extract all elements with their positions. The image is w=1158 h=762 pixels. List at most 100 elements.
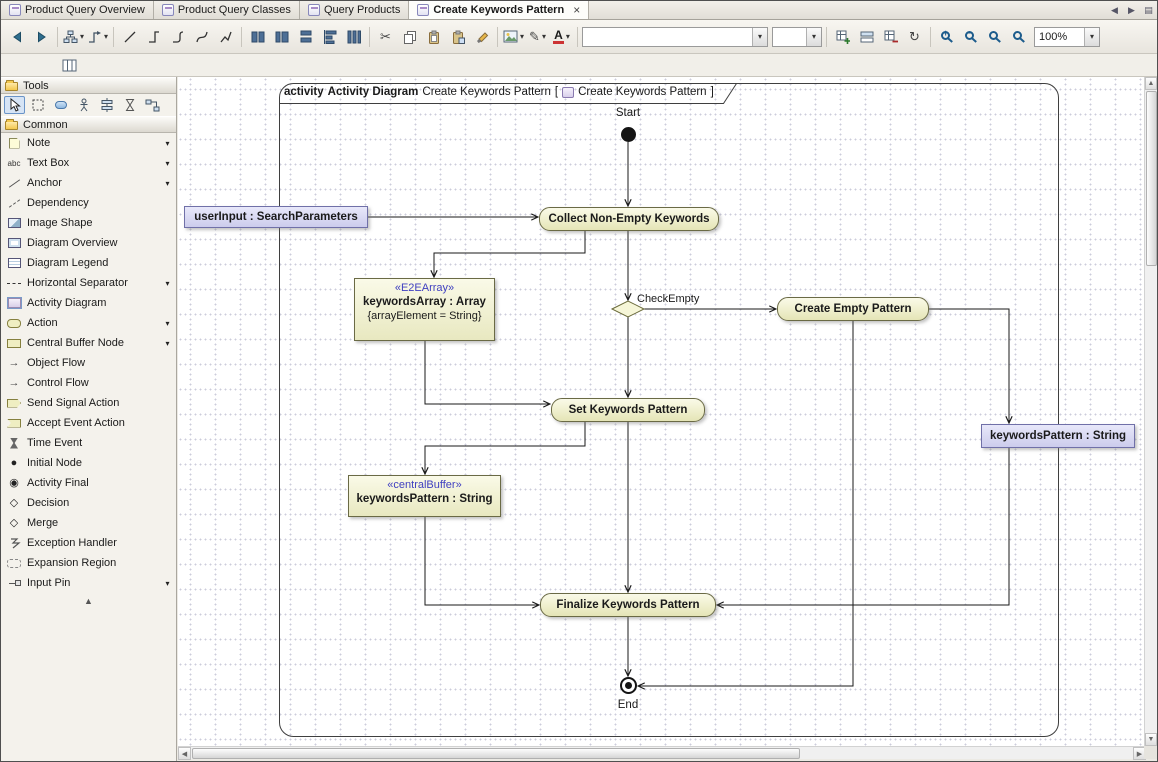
paste-button[interactable] <box>422 26 445 48</box>
object-node-keywordspattern[interactable]: keywordsPattern : String <box>981 424 1135 448</box>
palette-item-initial-node[interactable]: ● Initial Node <box>1 453 176 473</box>
delete-symbol-button[interactable] <box>879 26 902 48</box>
cut-button[interactable]: ✂ <box>374 26 397 48</box>
chevron-down-icon[interactable]: ▾ <box>520 32 524 41</box>
chevron-down-icon[interactable]: ▾ <box>162 319 173 328</box>
autosize-tool-button[interactable] <box>119 96 140 114</box>
curved-line-button[interactable] <box>190 26 213 48</box>
scroll-tabs-right-button[interactable]: ▶ <box>1123 1 1140 19</box>
scroll-up-button[interactable]: ▲ <box>1145 77 1157 90</box>
vertical-scrollbar-thumb[interactable] <box>1146 91 1157 266</box>
make-same-height-button[interactable] <box>270 26 293 48</box>
tab-query-products[interactable]: Query Products <box>300 1 409 19</box>
font-color-button[interactable]: A ▾ <box>550 26 573 48</box>
frame-header[interactable]: activity Activity Diagram Create Keyword… <box>284 86 714 98</box>
palette-item-time-event[interactable]: Time Event <box>1 433 176 453</box>
create-row-button[interactable] <box>855 26 878 48</box>
action-create-empty-pattern[interactable]: Create Empty Pattern <box>777 297 929 321</box>
horizontal-scrollbar[interactable]: ◀ ▶ <box>178 746 1146 759</box>
quick-layout-button[interactable]: ▾ <box>62 26 85 48</box>
palette-item-anchor[interactable]: Anchor ▾ <box>1 173 176 193</box>
distribute-shapes-button[interactable] <box>342 26 365 48</box>
palette-item-send-signal-action[interactable]: Send Signal Action <box>1 393 176 413</box>
rectilinear-line-button[interactable] <box>142 26 165 48</box>
palette-item-activity-diagram[interactable]: Activity Diagram <box>1 293 176 313</box>
tab-list-button[interactable]: ▤ <box>1140 1 1157 19</box>
chevron-down-icon[interactable]: ▾ <box>162 139 173 148</box>
palette-item-activity-final[interactable]: ◉ Activity Final <box>1 473 176 493</box>
link-shapes-tool-button[interactable] <box>142 96 163 114</box>
scroll-left-button[interactable]: ◀ <box>178 747 191 760</box>
route-paths-button[interactable]: ▾ <box>86 26 109 48</box>
rounded-line-button[interactable] <box>166 26 189 48</box>
palette-item-merge[interactable]: ◇ Merge <box>1 513 176 533</box>
zoom-in-button[interactable]: + <box>935 26 958 48</box>
action-finalize-keywords-pattern[interactable]: Finalize Keywords Pattern <box>540 593 716 617</box>
chevron-down-icon[interactable]: ▾ <box>104 32 108 41</box>
back-button[interactable] <box>6 26 29 48</box>
palette-item-diagram-overview[interactable]: Diagram Overview <box>1 233 176 253</box>
palette-item-decision[interactable]: ◇ Decision <box>1 493 176 513</box>
object-node-userinput[interactable]: userInput : SearchParameters <box>184 206 368 228</box>
palette-item-object-flow[interactable]: → Object Flow <box>1 353 176 373</box>
vertical-scrollbar[interactable]: ▲ ▼ <box>1144 77 1157 746</box>
edge-createempty-to-pattern[interactable] <box>929 309 1009 423</box>
chevron-down-icon[interactable]: ▾ <box>162 579 173 588</box>
chevron-down-icon[interactable]: ▾ <box>806 28 821 46</box>
scroll-tabs-left-button[interactable]: ◀ <box>1106 1 1123 19</box>
palette-item-control-flow[interactable]: → Control Flow <box>1 373 176 393</box>
palette-item-action[interactable]: Action ▾ <box>1 313 176 333</box>
palette-item-diagram-legend[interactable]: Diagram Legend <box>1 253 176 273</box>
edge-keywordsarray-to-setkeywords[interactable] <box>425 341 550 404</box>
palette-item-image-shape[interactable]: Image Shape <box>1 213 176 233</box>
chevron-down-icon[interactable]: ▾ <box>566 32 570 41</box>
marquee-tool-button[interactable] <box>27 96 48 114</box>
zoom-original-button[interactable] <box>1007 26 1030 48</box>
activity-final-node[interactable] <box>620 677 637 694</box>
central-buffer-keywordspattern[interactable]: «centralBuffer» keywordsPattern : String <box>348 475 501 517</box>
edge-collect-to-keywordsarray[interactable] <box>434 231 585 277</box>
chevron-down-icon[interactable]: ▾ <box>542 32 546 41</box>
initial-node[interactable] <box>621 127 636 142</box>
scroll-down-button[interactable]: ▼ <box>1145 733 1157 746</box>
palette-item-accept-event-action[interactable]: Accept Event Action <box>1 413 176 433</box>
chevron-down-icon[interactable]: ▾ <box>162 339 173 348</box>
palette-section-tools[interactable]: Tools <box>1 77 176 94</box>
oblique-line-button[interactable] <box>118 26 141 48</box>
style-variant-combobox[interactable]: ▾ <box>772 27 822 47</box>
swimlanes-button[interactable] <box>58 54 81 76</box>
palette-item-exception-handler[interactable]: Exception Handler <box>1 533 176 553</box>
align-vertical-tool-button[interactable] <box>96 96 117 114</box>
object-node-keywordsarray[interactable]: «E2EArray» keywordsArray : Array {arrayE… <box>354 278 495 341</box>
zoom-out-button[interactable]: − <box>959 26 982 48</box>
fit-in-window-button[interactable] <box>983 26 1006 48</box>
chevron-down-icon[interactable]: ▾ <box>80 32 84 41</box>
edge-pattern-to-finalize[interactable] <box>717 448 1009 605</box>
shape-tool-button[interactable] <box>50 96 71 114</box>
tab-product-query-overview[interactable]: Product Query Overview <box>1 1 154 19</box>
symbol-style-combobox[interactable]: ▾ <box>582 27 768 47</box>
make-same-width-button[interactable] <box>294 26 317 48</box>
zigzag-line-button[interactable] <box>214 26 237 48</box>
chevron-down-icon[interactable]: ▾ <box>1084 28 1099 46</box>
format-painter-button[interactable] <box>470 26 493 48</box>
pointer-tool-button[interactable] <box>4 96 25 114</box>
palette-item-input-pin[interactable]: Input Pin ▾ <box>1 573 176 593</box>
make-same-size-button[interactable] <box>246 26 269 48</box>
tab-product-query-classes[interactable]: Product Query Classes <box>154 1 300 19</box>
edge-createempty-to-end[interactable] <box>638 321 853 686</box>
palette-collapse-button[interactable]: ▲ <box>1 593 176 609</box>
refresh-button[interactable]: ↻ <box>903 26 926 48</box>
forward-button[interactable] <box>30 26 53 48</box>
copy-button[interactable] <box>398 26 421 48</box>
align-shapes-button[interactable] <box>318 26 341 48</box>
create-symbol-button[interactable] <box>831 26 854 48</box>
tab-create-keywords-pattern[interactable]: Create Keywords Pattern × <box>409 1 589 19</box>
palette-section-common[interactable]: Common <box>1 116 176 133</box>
palette-item-dependency[interactable]: Dependency <box>1 193 176 213</box>
horizontal-scrollbar-thumb[interactable] <box>192 748 800 759</box>
close-icon[interactable]: × <box>573 4 580 16</box>
palette-item-central-buffer-node[interactable]: Central Buffer Node ▾ <box>1 333 176 353</box>
chevron-down-icon[interactable]: ▾ <box>752 28 767 46</box>
palette-item-note[interactable]: Note ▾ <box>1 133 176 153</box>
